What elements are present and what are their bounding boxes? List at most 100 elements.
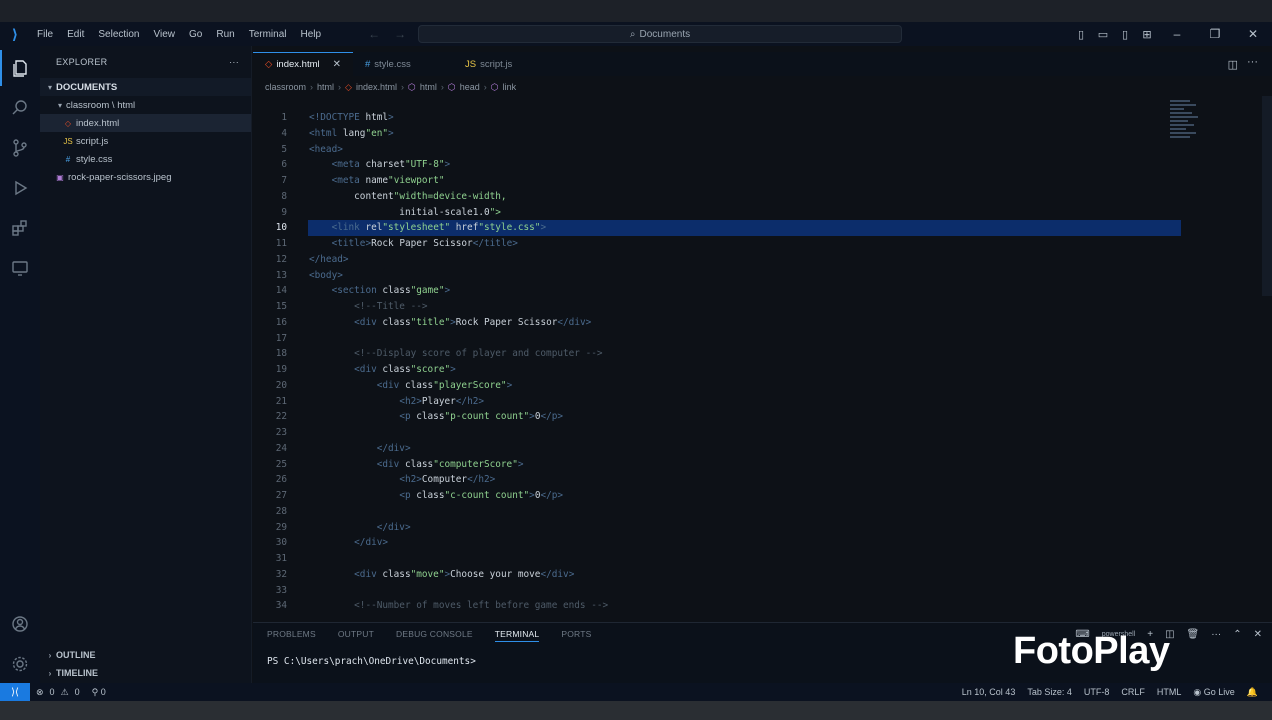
breadcrumb-item[interactable]: index.html xyxy=(356,82,397,92)
menu-run[interactable]: Run xyxy=(209,29,241,40)
breadcrumb-item[interactable]: link xyxy=(503,82,517,92)
code-line[interactable]: 8 content"width=device-width, xyxy=(253,189,1213,205)
toggle-secondary-sidebar-icon[interactable]: ▯ xyxy=(1114,28,1136,41)
editor-scrollbar[interactable] xyxy=(1262,96,1272,296)
menu-selection[interactable]: Selection xyxy=(91,29,146,40)
code-line[interactable]: 17 xyxy=(253,331,1213,347)
code-editor[interactable]: 1 <!DOCTYPE html> 4 <html lang"en"> 5 <head> 6… xyxy=(253,96,1272,618)
tab-problems[interactable]: PROBLEMS xyxy=(267,629,316,642)
menu-edit[interactable]: Edit xyxy=(60,29,91,40)
code-line[interactable]: 14 <section class"game"> xyxy=(253,283,1213,299)
outline-section[interactable]: › OUTLINE xyxy=(40,646,252,664)
more-actions-icon[interactable]: ··· xyxy=(1211,629,1221,640)
toggle-primary-sidebar-icon[interactable]: ▯ xyxy=(1070,28,1092,41)
encoding[interactable]: UTF-8 xyxy=(1084,687,1110,697)
tab-size[interactable]: Tab Size: 4 xyxy=(1027,687,1072,697)
file-script-js[interactable]: JS script.js xyxy=(40,132,251,150)
breadcrumb-item[interactable]: html xyxy=(317,82,334,92)
code-line[interactable]: 32 <div class"move">Choose your move</di… xyxy=(253,567,1213,583)
code-line[interactable]: 19 <div class"score"> xyxy=(253,362,1213,378)
tab-index-html[interactable]: ◇ index.html ✕ xyxy=(253,52,353,76)
code-line[interactable]: 27 <p class"c-count count">0</p> xyxy=(253,488,1213,504)
tab-script-js[interactable]: JS script.js xyxy=(453,52,553,76)
run-debug-icon[interactable] xyxy=(0,170,40,206)
close-panel-icon[interactable]: ✕ xyxy=(1254,629,1262,640)
forward-arrow-icon[interactable]: → xyxy=(394,27,406,41)
workspace-root-documents[interactable]: ▾ DOCUMENTS xyxy=(40,78,251,96)
tab-ports[interactable]: PORTS xyxy=(561,629,591,642)
code-line[interactable]: 16 <div class"title">Rock Paper Scissor<… xyxy=(253,315,1213,331)
ports-count[interactable]: ⚲ 0 xyxy=(92,687,106,698)
menu-go[interactable]: Go xyxy=(182,29,209,40)
more-actions-icon[interactable]: ··· xyxy=(1247,56,1258,68)
file-style-css[interactable]: # style.css xyxy=(40,150,251,168)
file-index-html[interactable]: ◇ index.html xyxy=(40,114,251,132)
menu-terminal[interactable]: Terminal xyxy=(242,29,294,40)
restore-icon[interactable]: ❐ xyxy=(1196,27,1234,41)
remote-explorer-icon[interactable] xyxy=(0,250,40,286)
language-mode[interactable]: HTML xyxy=(1157,687,1182,697)
folder-classroom-html[interactable]: ▾ classroom \ html xyxy=(40,96,251,114)
search-icon[interactable] xyxy=(0,90,40,126)
code-line[interactable]: 33 xyxy=(253,583,1213,599)
close-window-icon[interactable]: ✕ xyxy=(1234,27,1272,41)
code-line[interactable]: 20 <div class"playerScore"> xyxy=(253,378,1213,394)
code-line[interactable]: 11 <title>Rock Paper Scissor</title> xyxy=(253,236,1213,252)
code-line[interactable]: 4 <html lang"en"> xyxy=(253,126,1213,142)
code-line[interactable]: 13 <body> xyxy=(253,268,1213,284)
code-line[interactable]: 18 <!--Display score of player and compu… xyxy=(253,346,1213,362)
split-editor-icon[interactable]: ◫ xyxy=(1228,58,1238,71)
file-rock-paper-scissors-jpeg[interactable]: ▣ rock-paper-scissors.jpeg xyxy=(40,168,251,186)
remote-indicator-icon[interactable]: ⟩⟨ xyxy=(0,683,30,701)
code-line[interactable]: 22 <p class"p-count count">0</p> xyxy=(253,409,1213,425)
minimize-icon[interactable]: – xyxy=(1158,27,1196,41)
code-line[interactable]: 6 <meta charset"UTF-8"> xyxy=(253,157,1213,173)
breadcrumb-item[interactable]: head xyxy=(460,82,480,92)
code-line[interactable]: 9 initial-scale1.0"> xyxy=(253,205,1213,221)
accounts-icon[interactable] xyxy=(0,606,40,642)
code-line[interactable]: 30 </div> xyxy=(253,535,1213,551)
tab-debug-console[interactable]: DEBUG CONSOLE xyxy=(396,629,473,642)
tab-output[interactable]: OUTPUT xyxy=(338,629,374,642)
breadcrumb-item[interactable]: classroom xyxy=(265,82,306,92)
code-line[interactable]: 29 </div> xyxy=(253,520,1213,536)
maximize-panel-icon[interactable]: ⌃ xyxy=(1233,629,1241,640)
cursor-position[interactable]: Ln 10, Col 43 xyxy=(962,687,1016,697)
code-line[interactable]: 7 <meta name"viewport" xyxy=(253,173,1213,189)
code-line[interactable]: 26 <h2>Computer</h2> xyxy=(253,472,1213,488)
end-of-line[interactable]: CRLF xyxy=(1121,687,1145,697)
kill-terminal-icon[interactable]: 🗑 xyxy=(1187,629,1200,640)
menu-view[interactable]: View xyxy=(147,29,183,40)
code-line[interactable]: 5 <head> xyxy=(253,142,1213,158)
breadcrumb-item[interactable]: html xyxy=(420,82,437,92)
close-tab-icon[interactable]: ✕ xyxy=(333,59,341,70)
code-line[interactable]: 1 <!DOCTYPE html> xyxy=(253,110,1213,126)
minimap[interactable] xyxy=(1170,100,1200,160)
toggle-panel-icon[interactable]: ▭ xyxy=(1092,28,1114,41)
source-control-icon[interactable] xyxy=(0,130,40,166)
menu-file[interactable]: File xyxy=(30,29,60,40)
command-center-search[interactable]: ⌕ Documents xyxy=(418,25,902,43)
problems-count[interactable]: ⊗ 0 ⚠ 0 xyxy=(36,687,80,698)
terminal-prompt[interactable]: PS C:\Users\prach\OneDrive\Documents> xyxy=(267,656,476,667)
menu-help[interactable]: Help xyxy=(294,29,329,40)
back-arrow-icon[interactable]: ← xyxy=(368,27,380,41)
settings-gear-icon[interactable] xyxy=(0,646,40,682)
tab-terminal[interactable]: TERMINAL xyxy=(494,629,540,642)
code-line[interactable]: 25 <div class"computerScore"> xyxy=(253,457,1213,473)
code-line[interactable]: 34 <!--Number of moves left before game … xyxy=(253,598,1213,614)
timeline-section[interactable]: › TIMELINE xyxy=(40,664,252,682)
more-actions-icon[interactable]: ··· xyxy=(229,57,239,67)
customize-layout-icon[interactable]: ⊞ xyxy=(1136,28,1158,41)
code-line[interactable]: 15 <!--Title --> xyxy=(253,299,1213,315)
code-line[interactable]: 23 xyxy=(253,425,1213,441)
tab-style-css[interactable]: # style.css xyxy=(353,52,453,76)
code-line[interactable]: 31 xyxy=(253,551,1213,567)
code-line[interactable]: 10 <link rel"stylesheet" href"style.css"… xyxy=(253,220,1213,236)
code-line[interactable]: 24 </div> xyxy=(253,441,1213,457)
code-line[interactable]: 21 <h2>Player</h2> xyxy=(253,394,1213,410)
extensions-icon[interactable] xyxy=(0,210,40,246)
notifications-bell-icon[interactable]: 🔔 xyxy=(1247,687,1258,698)
code-line[interactable]: 28 xyxy=(253,504,1213,520)
go-live-button[interactable]: ◉ Go Live xyxy=(1193,687,1234,698)
